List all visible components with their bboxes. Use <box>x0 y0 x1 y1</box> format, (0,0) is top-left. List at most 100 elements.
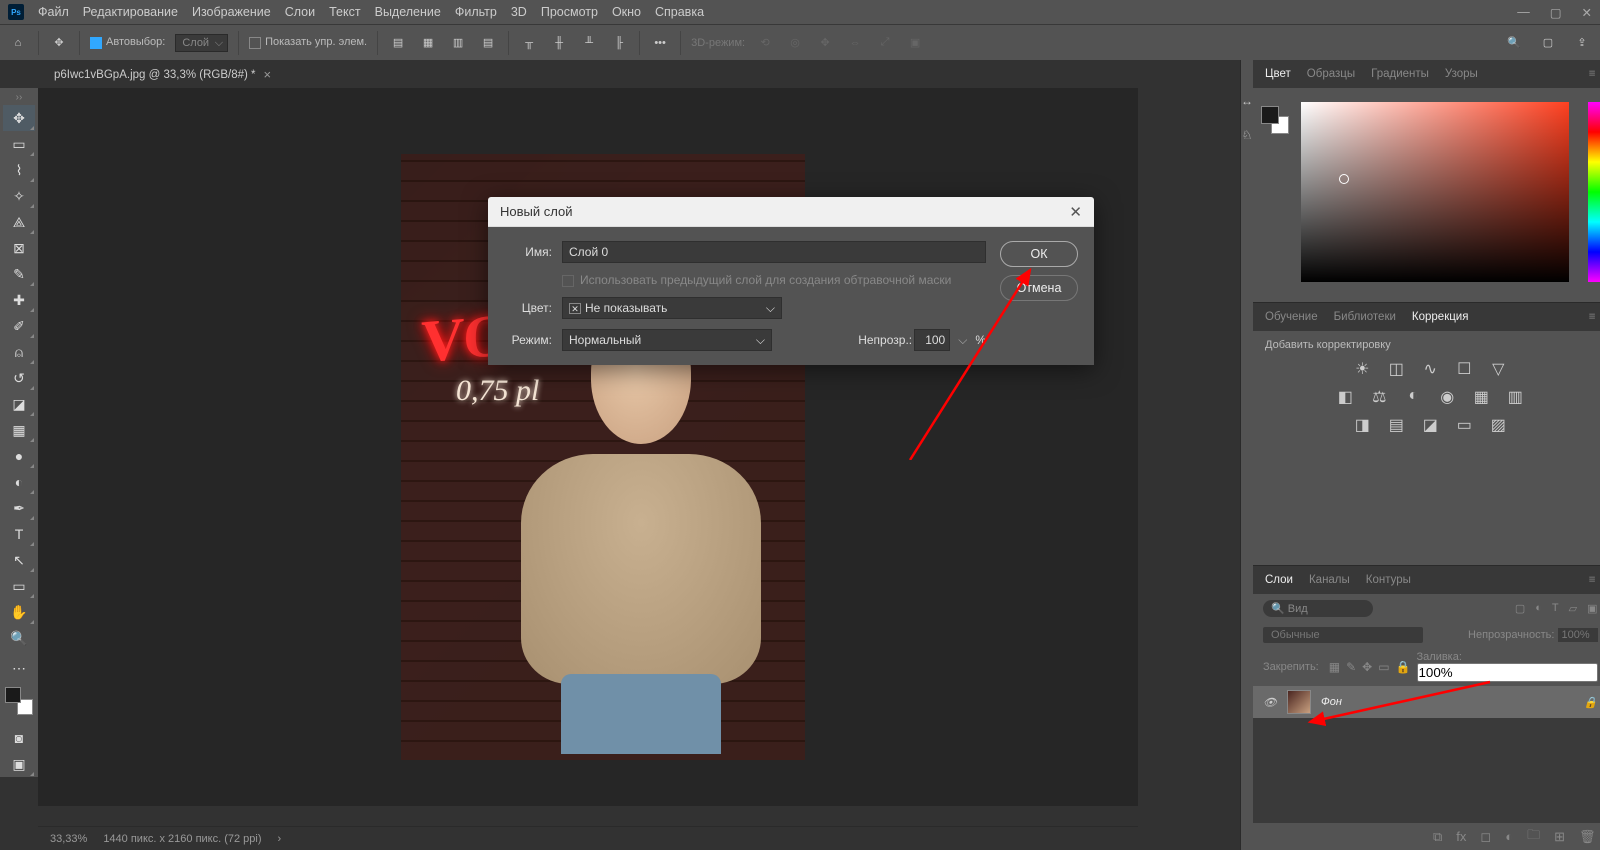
delete-layer-icon[interactable]: 🗑 <box>1579 829 1596 845</box>
blend-mode-select[interactable]: Обычные <box>1263 627 1423 643</box>
menu-text[interactable]: Текст <box>329 5 360 19</box>
screenmode-icon[interactable]: ▣ <box>3 751 35 777</box>
3d-camera-icon[interactable]: ▣ <box>905 33 925 53</box>
cancel-button[interactable]: Отмена <box>1000 275 1078 301</box>
menu-window[interactable]: Окно <box>612 5 641 19</box>
tab-swatches[interactable]: Образцы <box>1307 68 1355 80</box>
adj-poster-icon[interactable]: ▤ <box>1386 415 1406 435</box>
canvas-area[interactable]: VO 0,75 pl <box>38 88 1138 806</box>
adj-selcolor-icon[interactable]: ▨ <box>1488 415 1508 435</box>
layer-list[interactable]: 👁 Фон 🔒 <box>1253 686 1600 822</box>
share-icon[interactable]: ⇪ <box>1572 33 1592 53</box>
menu-layers[interactable]: Слои <box>285 5 315 19</box>
layer-visibility-icon[interactable]: 👁 <box>1263 696 1277 709</box>
adj-gradmap-icon[interactable]: ▭ <box>1454 415 1474 435</box>
move-tool-icon[interactable]: ✥ <box>49 33 69 53</box>
home-icon[interactable]: ⌂ <box>8 33 28 53</box>
adj-lookup-icon[interactable]: ▥ <box>1505 387 1525 407</box>
adj-curves-icon[interactable]: ∿ <box>1420 359 1440 379</box>
menu-help[interactable]: Справка <box>655 5 704 19</box>
lasso-tool[interactable]: ⌇ <box>3 157 35 183</box>
type-tool[interactable]: T <box>3 521 35 547</box>
autoselect-target-select[interactable]: Слой <box>175 34 228 52</box>
lock-art-icon[interactable]: ▭ <box>1378 660 1389 674</box>
zoom-level[interactable]: 33,33% <box>50 833 87 845</box>
toolbar-grip-icon[interactable]: ›› <box>16 92 23 103</box>
layer-fx-icon[interactable]: fx <box>1456 829 1466 844</box>
align-center-h-icon[interactable]: ▦ <box>418 33 438 53</box>
layer-thumb[interactable] <box>1287 690 1311 714</box>
color-panel-menu-icon[interactable]: ≡ <box>1589 68 1596 80</box>
layer-lock-icon[interactable]: 🔒 <box>1584 696 1598 709</box>
crop-tool[interactable]: ⟁ <box>3 209 35 235</box>
move-tool[interactable]: ✥ <box>3 105 35 131</box>
tab-adjustments[interactable]: Коррекция <box>1412 311 1469 323</box>
opacity-input[interactable] <box>1558 628 1598 642</box>
3d-slide-icon[interactable]: ⇔ <box>845 33 865 53</box>
adj-colorbal-icon[interactable]: ⚖ <box>1369 387 1389 407</box>
layer-item-background[interactable]: 👁 Фон 🔒 <box>1253 686 1600 718</box>
filter-type-icon[interactable]: T <box>1552 602 1559 615</box>
frame-tool[interactable]: ⊠ <box>3 235 35 261</box>
adj-panel-menu-icon[interactable]: ≡ <box>1589 311 1596 323</box>
workspace-icon[interactable]: ▢ <box>1538 33 1558 53</box>
adj-layer-icon[interactable]: ◐ <box>1505 829 1513 844</box>
path-select-tool[interactable]: ↖ <box>3 547 35 573</box>
adj-hue-icon[interactable]: ◧ <box>1335 387 1355 407</box>
tab-learn[interactable]: Обучение <box>1265 311 1318 323</box>
opacity-dlg-input[interactable] <box>914 329 950 351</box>
menu-file[interactable]: Файл <box>38 5 69 19</box>
3d-orbit-icon[interactable]: ⟲ <box>755 33 775 53</box>
shape-tool[interactable]: ▭ <box>3 573 35 599</box>
fill-input[interactable] <box>1417 663 1598 682</box>
layer-filter-search[interactable]: 🔍 Вид <box>1263 600 1373 617</box>
eraser-tool[interactable]: ◪ <box>3 391 35 417</box>
layer-color-select[interactable]: ✕Не показывать <box>562 297 782 319</box>
window-minimize-icon[interactable]: ― <box>1517 5 1530 20</box>
3d-zoom-icon[interactable]: ⤢ <box>875 33 895 53</box>
window-close-icon[interactable]: ✕ <box>1582 5 1592 20</box>
3d-pan-icon[interactable]: ✥ <box>815 33 835 53</box>
pen-tool[interactable]: ✒ <box>3 495 35 521</box>
layer-mask-icon[interactable]: ◻ <box>1480 829 1491 845</box>
edit-toolbar-icon[interactable]: ⋯ <box>3 655 35 681</box>
ok-button[interactable]: ОК <box>1000 241 1078 267</box>
show-transform-checkbox[interactable]: Показать упр. элем. <box>249 36 367 48</box>
menu-filter[interactable]: Фильтр <box>455 5 497 19</box>
layers-panel-menu-icon[interactable]: ≡ <box>1589 574 1596 586</box>
menu-image[interactable]: Изображение <box>192 5 271 19</box>
lock-pos-icon[interactable]: ✥ <box>1362 660 1372 674</box>
collapsed-panel-icon-2[interactable]: ♘ <box>1242 128 1253 142</box>
adj-invert-icon[interactable]: ◨ <box>1352 415 1372 435</box>
blend-mode-dialog-select[interactable]: Нормальный <box>562 329 772 351</box>
lock-all-icon[interactable]: 🔒 <box>1396 660 1411 674</box>
group-icon[interactable]: 🗀 <box>1527 826 1540 848</box>
history-brush-tool[interactable]: ↺ <box>3 365 35 391</box>
menu-select[interactable]: Выделение <box>375 5 441 19</box>
adj-levels-icon[interactable]: ◫ <box>1386 359 1406 379</box>
adj-exposure-icon[interactable]: ☐ <box>1454 359 1474 379</box>
fg-bg-swatch[interactable] <box>1261 106 1289 134</box>
tab-channels[interactable]: Каналы <box>1309 574 1350 586</box>
adj-photo-icon[interactable]: ◉ <box>1437 387 1457 407</box>
menu-3d[interactable]: 3D <box>511 5 527 19</box>
tab-libraries[interactable]: Библиотеки <box>1334 311 1396 323</box>
filter-adj-icon[interactable]: ◐ <box>1535 602 1542 615</box>
layer-name-input[interactable] <box>562 241 986 263</box>
status-chevron-icon[interactable]: › <box>278 833 282 845</box>
dist-vcenter-icon[interactable]: ╫ <box>549 33 569 53</box>
search-icon[interactable]: 🔍 <box>1504 33 1524 53</box>
collapsed-panel-icon-1[interactable]: ↔ <box>1241 94 1253 108</box>
tab-patterns[interactable]: Узоры <box>1445 68 1478 80</box>
color-field[interactable] <box>1301 102 1569 282</box>
adj-chmixer-icon[interactable]: ▦ <box>1471 387 1491 407</box>
menu-view[interactable]: Просмотр <box>541 5 598 19</box>
tab-color[interactable]: Цвет <box>1265 68 1291 80</box>
blur-tool[interactable]: ● <box>3 443 35 469</box>
3d-roll-icon[interactable]: ◎ <box>785 33 805 53</box>
gradient-tool[interactable]: ▦ <box>3 417 35 443</box>
dist-top-icon[interactable]: ╥ <box>519 33 539 53</box>
tab-paths[interactable]: Контуры <box>1366 574 1411 586</box>
adj-brightness-icon[interactable]: ☀ <box>1352 359 1372 379</box>
tab-layers[interactable]: Слои <box>1265 574 1293 586</box>
